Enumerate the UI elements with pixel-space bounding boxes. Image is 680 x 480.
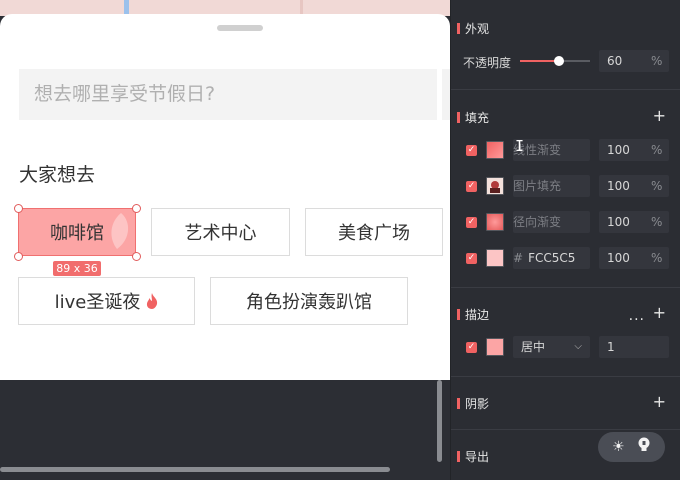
section-marker [457, 451, 460, 462]
fill-swatch[interactable] [486, 141, 504, 159]
divider [451, 89, 680, 90]
divider [451, 376, 680, 377]
section-title: 填充 [465, 111, 490, 125]
tag-food-court[interactable]: 美食广场 [305, 208, 443, 256]
stroke-enabled-checkbox[interactable]: ✓ [466, 342, 477, 353]
sun-icon[interactable]: ☀ [612, 439, 625, 455]
chevron-down-icon: ⌵ [574, 341, 582, 352]
fill-image-swatch[interactable] [486, 177, 504, 195]
resize-handle[interactable] [132, 204, 141, 213]
fill-type-field[interactable]: 图片填充 [513, 175, 590, 197]
search-edge [442, 69, 450, 120]
fill-opacity-unit: % [651, 251, 663, 265]
section-title: 描边 [465, 308, 490, 322]
resize-handle[interactable] [14, 252, 23, 261]
bottom-sheet: 想去哪里享受节假日? 大家想去 [0, 14, 450, 380]
vertical-scrollbar[interactable] [437, 380, 442, 462]
add-stroke-button[interactable]: + [653, 305, 666, 321]
stroke-swatch[interactable] [486, 338, 504, 356]
stroke-more-button[interactable]: ··· [629, 312, 645, 328]
fill-enabled-checkbox[interactable]: ✓ [466, 253, 477, 264]
add-fill-button[interactable]: + [653, 108, 666, 124]
section-title: 外观 [465, 22, 490, 36]
section-marker [457, 112, 460, 123]
horizontal-scrollbar[interactable] [0, 467, 390, 472]
fill-hex-input[interactable]: # FCC5C5 [513, 247, 590, 269]
opacity-slider-knob[interactable] [553, 56, 564, 66]
tag-roleplay-party[interactable]: 角色扮演轰趴馆 [210, 277, 408, 325]
section-title: 大家想去 [19, 164, 96, 186]
selection-size-badge: 89 x 36 [53, 261, 101, 276]
fill-opacity-unit: % [651, 215, 663, 229]
stroke-width-input[interactable]: 1 [599, 336, 669, 358]
leaf-decoration-icon [111, 213, 129, 249]
fill-enabled-checkbox[interactable]: ✓ [466, 145, 477, 156]
fill-opacity-unit: % [651, 143, 663, 157]
stroke-header: 描边 [457, 306, 489, 323]
section-marker [457, 309, 460, 320]
text-cursor-icon: I [515, 137, 525, 155]
tag-label: 美食广场 [338, 223, 410, 244]
tag-label: 角色扮演轰趴馆 [246, 292, 372, 313]
tag-art-center[interactable]: 艺术中心 [151, 208, 290, 256]
lightbulb-icon[interactable] [637, 437, 651, 457]
fill-enabled-checkbox[interactable]: ✓ [466, 181, 477, 192]
tag-label: live圣诞夜 [54, 292, 141, 313]
stroke-position-select[interactable]: 居中 ⌵ [513, 336, 590, 358]
section-title: 导出 [465, 450, 490, 464]
fill-header: 填充 [457, 109, 489, 126]
theme-toggle[interactable]: ☀ [598, 432, 665, 462]
add-shadow-button[interactable]: + [653, 394, 666, 410]
tag-live-christmas[interactable]: live圣诞夜 [18, 277, 195, 325]
divider [451, 287, 680, 288]
shadow-header: 阴影 [457, 395, 489, 412]
fill-swatch[interactable] [486, 249, 504, 267]
fill-enabled-checkbox[interactable]: ✓ [466, 217, 477, 228]
section-title: 阴影 [465, 397, 490, 411]
section-marker [457, 398, 460, 409]
image-icon [487, 178, 503, 194]
inspector-panel: 外观 不透明度 60 % 填充 + ✓ 线性渐变 100 % ✓ 图片填充 10… [450, 0, 680, 480]
fill-type-field[interactable]: 径向渐变 [513, 211, 590, 233]
fill-opacity-unit: % [651, 179, 663, 193]
tag-label: 咖啡馆 [50, 223, 104, 244]
fill-type-field[interactable]: 线性渐变 [513, 139, 590, 161]
resize-handle[interactable] [132, 252, 141, 261]
opacity-slider-fill [520, 60, 559, 62]
export-header: 导出 [457, 448, 489, 465]
sheet-grabber[interactable] [217, 25, 263, 31]
opacity-label: 不透明度 [463, 56, 512, 70]
tag-label: 艺术中心 [184, 223, 257, 244]
appearance-header: 外观 [457, 20, 489, 37]
tag-cafe[interactable]: 咖啡馆 [18, 208, 136, 256]
fill-swatch[interactable] [486, 213, 504, 231]
flame-icon [147, 293, 158, 309]
divider [451, 429, 680, 430]
opacity-slider[interactable] [520, 56, 590, 66]
section-marker [457, 23, 460, 34]
opacity-unit: % [651, 54, 663, 68]
search-input[interactable]: 想去哪里享受节假日? [19, 69, 437, 120]
design-canvas[interactable]: 想去哪里享受节假日? 大家想去 咖啡馆 艺术中心 美食广场 live圣诞夜 角色… [0, 0, 450, 480]
resize-handle[interactable] [14, 204, 23, 213]
